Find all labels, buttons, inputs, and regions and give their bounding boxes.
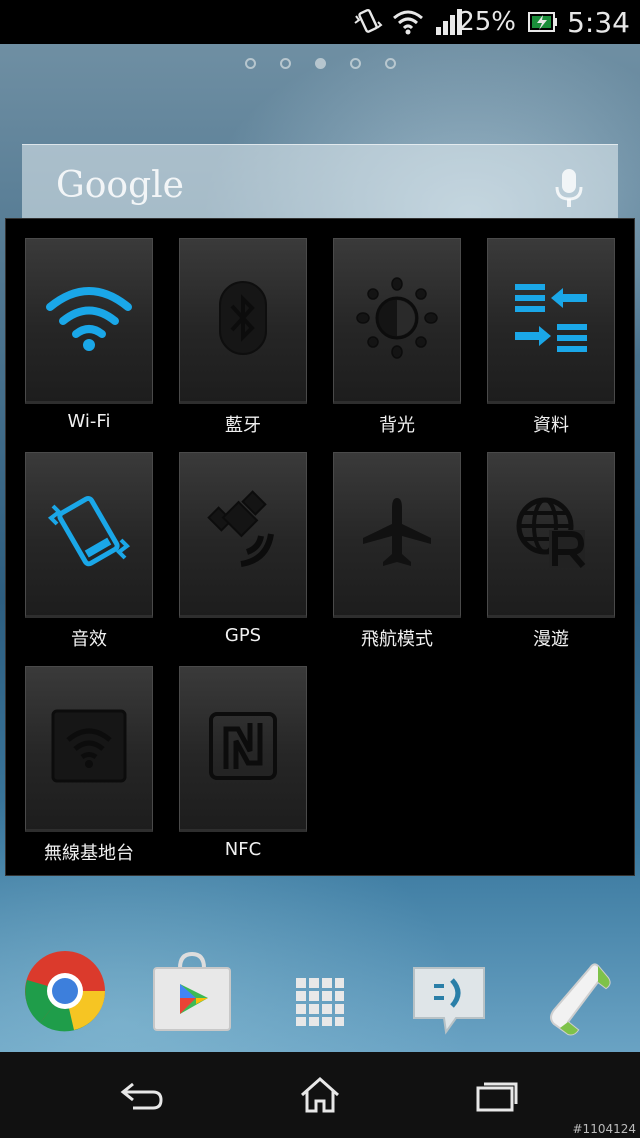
- tile-nfc[interactable]: NFC: [179, 666, 307, 860]
- page-dot: [244, 58, 256, 69]
- tile-label: 漫遊: [533, 629, 569, 650]
- page-dot: [279, 58, 291, 69]
- page-indicator: [0, 58, 640, 69]
- data-transfer-icon: [513, 280, 589, 360]
- tile-wifi[interactable]: Wi-Fi: [25, 238, 153, 432]
- nfc-icon: [208, 711, 278, 785]
- home-icon[interactable]: [290, 1070, 350, 1120]
- play-store-icon[interactable]: [152, 951, 232, 1036]
- page-dot-active: [314, 58, 326, 69]
- tile-data[interactable]: 資料: [487, 238, 615, 437]
- phone-icon[interactable]: [540, 960, 612, 1044]
- tile-label: 資料: [533, 415, 569, 436]
- tile-label: 背光: [379, 415, 415, 436]
- tile-hotspot[interactable]: 無線基地台: [25, 666, 153, 865]
- tile-label: 藍牙: [225, 415, 261, 436]
- quick-settings-panel: Wi-Fi 藍牙 背光 資料 音效 GPS 飛航模式 漫遊 無線基地台 NFC: [5, 218, 635, 876]
- dock: [0, 940, 640, 1050]
- page-dot: [349, 58, 361, 69]
- battery-charging-icon: [528, 0, 558, 44]
- watermark: #1104124: [572, 1122, 637, 1136]
- bluetooth-icon: [218, 280, 268, 360]
- wifi-icon: [46, 283, 132, 357]
- tile-brightness-button[interactable]: [333, 238, 461, 404]
- tile-roaming[interactable]: 漫遊: [487, 452, 615, 651]
- tile-hotspot-button[interactable]: [25, 666, 153, 832]
- tile-label: NFC: [224, 839, 262, 860]
- gps-satellite-icon: [201, 490, 285, 578]
- brightness-icon: [355, 276, 439, 364]
- tile-label: 無線基地台: [44, 843, 134, 864]
- tile-bluetooth[interactable]: 藍牙: [179, 238, 307, 437]
- hotspot-icon: [50, 708, 128, 788]
- google-search-widget[interactable]: Google: [22, 144, 618, 229]
- clock: 5:34: [567, 5, 630, 39]
- navigation-bar: #1104124: [0, 1052, 640, 1138]
- page-dot: [384, 58, 396, 69]
- tile-label: GPS: [224, 625, 262, 646]
- vibrate-icon: [352, 0, 384, 44]
- vibrate-phone-icon: [47, 492, 131, 576]
- airplane-icon: [359, 494, 435, 574]
- wifi-icon: [392, 0, 424, 44]
- google-logo: Google: [56, 165, 184, 206]
- tile-airplane-button[interactable]: [333, 452, 461, 618]
- app-drawer-icon[interactable]: [296, 978, 344, 1030]
- tile-brightness[interactable]: 背光: [333, 238, 461, 437]
- tile-data-button[interactable]: [487, 238, 615, 404]
- tile-gps[interactable]: GPS: [179, 452, 307, 646]
- tile-roaming-button[interactable]: [487, 452, 615, 618]
- battery-percent: 25%: [458, 7, 516, 37]
- mic-icon[interactable]: [554, 167, 584, 213]
- tile-sound[interactable]: 音效: [25, 452, 153, 651]
- tile-label: Wi-Fi: [67, 411, 111, 432]
- tile-gps-button[interactable]: [179, 452, 307, 618]
- chrome-icon[interactable]: [24, 950, 106, 1036]
- back-icon[interactable]: [112, 1070, 172, 1120]
- messaging-icon[interactable]: [410, 964, 488, 1040]
- tile-label: 音效: [71, 629, 107, 650]
- tile-wifi-button[interactable]: [25, 238, 153, 404]
- tile-sound-button[interactable]: [25, 452, 153, 618]
- status-bar: 25% 5:34: [0, 0, 640, 44]
- tile-label: 飛航模式: [361, 629, 433, 650]
- tile-bluetooth-button[interactable]: [179, 238, 307, 404]
- tile-airplane[interactable]: 飛航模式: [333, 452, 461, 651]
- roaming-globe-icon: [513, 494, 589, 574]
- tile-nfc-button[interactable]: [179, 666, 307, 832]
- recents-icon[interactable]: [468, 1070, 528, 1120]
